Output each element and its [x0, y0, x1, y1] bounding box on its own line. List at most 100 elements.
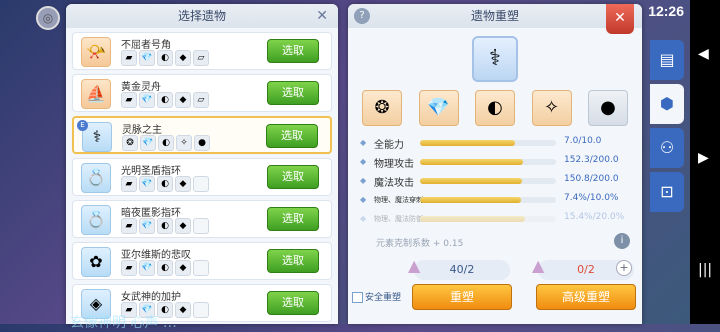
reshape-material-slot[interactable]: ◐ — [475, 90, 515, 126]
relic-materials: ▰ 💎 ◐ ◆ ▱ — [121, 92, 209, 108]
relic-list-item[interactable]: 📯 不屈者号角 ▰ 💎 ◐ ◆ ▱ 选取 — [72, 32, 332, 70]
background-banner-text: 玄像神明 心声 … — [70, 315, 177, 331]
relic-name: 黄金灵舟 — [121, 82, 161, 93]
select-button[interactable]: 选取 — [267, 249, 319, 273]
material-icon — [193, 176, 209, 192]
reshape-material-slot[interactable]: ❂ — [362, 90, 402, 126]
select-button[interactable]: 选取 — [266, 124, 318, 148]
material-icon: ❂ — [122, 135, 138, 151]
stat-bar — [420, 197, 556, 203]
panel-header: 遗物重塑 — [348, 4, 642, 28]
element-coefficient: 元素克制系数 + 0.15 — [376, 239, 464, 249]
material-counter-1: ▲ 40/2 — [408, 256, 510, 280]
material-icon: 💎 — [139, 176, 155, 192]
reshape-material-slot[interactable]: ✧ — [531, 90, 572, 126]
crystal-icon: ▲ — [408, 256, 421, 275]
material-slots: ❂ 💎 ◐ ✧ ● — [362, 90, 628, 126]
stat-value: 15.4%/20.0% — [564, 212, 625, 222]
stat-value: 7.4%/10.0% — [564, 193, 619, 203]
material-icon: ▰ — [121, 50, 137, 66]
stat-value: 7.0/10.0 — [564, 136, 602, 146]
stat-row: ◆ 物理攻击 152.3/200.0 — [358, 153, 632, 172]
diamond-icon: ◆ — [360, 214, 367, 223]
diamond-icon: ◆ — [360, 157, 367, 166]
material-icon: ◐ — [157, 260, 173, 276]
material-icon: ◐ — [157, 218, 173, 234]
diamond-icon: ◆ — [360, 138, 367, 147]
side-tab[interactable]: ⊡ — [650, 172, 684, 212]
relic-name: 暗夜匿影指环 — [121, 208, 181, 219]
material-icon: 💎 — [139, 218, 155, 234]
android-navbar: ◀ ▶ ||| — [690, 0, 720, 324]
clock: 12:26 — [648, 3, 684, 19]
info-icon[interactable]: i — [614, 233, 630, 249]
side-tab[interactable]: ▤ — [650, 40, 684, 80]
stat-row: ◆ 魔法攻击 150.8/200.0 — [358, 172, 632, 191]
material-icon: ◆ — [175, 176, 191, 192]
select-button[interactable]: 选取 — [267, 81, 319, 105]
material-icon: ◐ — [157, 92, 173, 108]
reshape-button[interactable]: 重塑 — [412, 284, 512, 310]
relic-list-item[interactable]: 💍 暗夜匿影指环 ▰ 💎 ◐ ◆ 选取 — [72, 200, 332, 238]
relic-list-item[interactable]: ⚕ E 灵脉之主 ❂ 💎 ◐ ✧ ● 选取 — [72, 116, 332, 154]
select-relic-panel: 选择遗物 ✕ 📯 不屈者号角 ▰ 💎 ◐ ◆ ▱ 选取 ⛵ 黄金灵舟 ▰ 💎 ◐ ◆ ▱ 选取 ⚕ E 灵脉之主 ❂ 💎… — [66, 4, 338, 324]
stat-bar-fill — [420, 216, 525, 222]
relic-materials: ❂ 💎 ◐ ✧ ● — [122, 135, 210, 151]
material-icon — [193, 260, 209, 276]
relic-icon: 📯 — [81, 37, 111, 67]
advanced-reshape-button[interactable]: 高级重塑 — [536, 284, 636, 310]
material-icon: ✧ — [176, 135, 192, 151]
selected-relic-icon[interactable]: ⚕ — [472, 36, 518, 82]
back-icon[interactable]: ◀ — [698, 46, 709, 62]
diamond-icon: ◆ — [360, 195, 367, 204]
menu-icon[interactable]: ||| — [698, 262, 712, 278]
stat-value: 152.3/200.0 — [564, 155, 619, 165]
material-icon: ▱ — [193, 50, 209, 66]
stat-label: 魔法攻击 — [374, 178, 414, 189]
material-icon: 💎 — [139, 50, 155, 66]
help-icon[interactable]: ? — [354, 8, 370, 24]
stat-label: 物理攻击 — [374, 159, 414, 170]
material-icon: ◆ — [175, 218, 191, 234]
safe-reshape-toggle[interactable]: 安全重塑 — [352, 290, 401, 303]
material-icon: ▰ — [121, 92, 137, 108]
relic-materials: ▰ 💎 ◐ ◆ — [121, 176, 209, 192]
relic-icon: 💍 — [81, 163, 111, 193]
stat-bar — [420, 159, 556, 165]
select-button[interactable]: 选取 — [267, 165, 319, 189]
select-button[interactable]: 选取 — [267, 291, 319, 315]
material-icon: ▰ — [121, 260, 137, 276]
select-button[interactable]: 选取 — [267, 207, 319, 231]
relic-list-item[interactable]: 💍 光明圣盾指环 ▰ 💎 ◐ ◆ 选取 — [72, 158, 332, 196]
diamond-icon: ◆ — [360, 176, 367, 185]
relic-icon: ⛵ — [81, 79, 111, 109]
side-tab[interactable]: ⬢ — [650, 84, 684, 124]
material-icon: ▰ — [121, 218, 137, 234]
relic-icon: ✿ — [81, 247, 111, 277]
close-button[interactable]: ✕ — [606, 4, 634, 34]
stat-bar-fill — [420, 197, 521, 203]
close-icon[interactable]: ✕ — [316, 4, 328, 28]
add-button[interactable]: + — [616, 260, 632, 276]
system-button[interactable]: ◎ — [36, 6, 60, 30]
relic-materials: ▰ 💎 ◐ ◆ — [121, 260, 209, 276]
crystal-icon: ▲ — [532, 256, 545, 275]
relic-list-item[interactable]: ✿ 亚尔维斯的悲叹 ▰ 💎 ◐ ◆ 选取 — [72, 242, 332, 280]
reshape-material-slot[interactable]: 💎 — [418, 90, 459, 126]
select-button[interactable]: 选取 — [267, 39, 319, 63]
relic-list: 📯 不屈者号角 ▰ 💎 ◐ ◆ ▱ 选取 ⛵ 黄金灵舟 ▰ 💎 ◐ ◆ ▱ 选取 ⚕ E 灵脉之主 ❂ 💎 ◐ ✧ ● 选取 💍 光… — [66, 28, 338, 324]
material-icon — [193, 302, 209, 318]
material-icon: 💎 — [140, 135, 156, 151]
side-tab[interactable]: ⚇ — [650, 128, 684, 168]
relic-reshape-panel: 遗物重塑 ? ✕ ⚕ ❂ 💎 ◐ ✧ ● ◆ 全能力 7.0/10.0 ◆ 物理攻击 1… — [348, 4, 642, 324]
stat-bar-fill — [420, 140, 516, 146]
relic-name: 不屈者号角 — [121, 40, 171, 51]
stat-bar-fill — [420, 178, 522, 184]
checkbox[interactable] — [352, 292, 363, 303]
reshape-material-slot[interactable]: ● — [588, 90, 628, 126]
side-tabs: ▤ ⬢ ⚇ ⊡ — [650, 40, 684, 216]
material-icon: 💎 — [139, 260, 155, 276]
relic-list-item[interactable]: ⛵ 黄金灵舟 ▰ 💎 ◐ ◆ ▱ 选取 — [72, 74, 332, 112]
forward-icon[interactable]: ▶ — [698, 150, 709, 166]
relic-materials: ▰ 💎 ◐ ◆ — [121, 218, 209, 234]
